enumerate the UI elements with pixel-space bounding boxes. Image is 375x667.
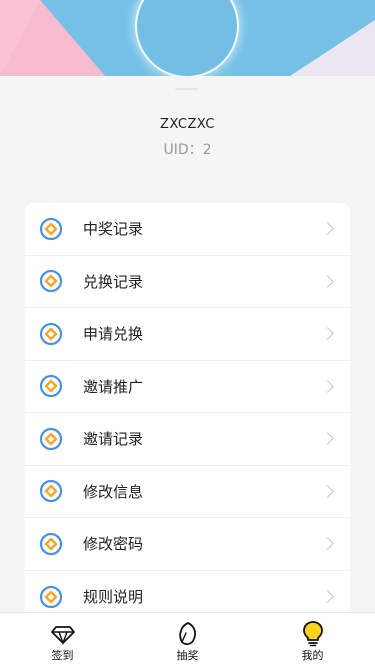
diamond-circle-icon: [39, 480, 63, 503]
tab-lottery[interactable]: 抽奖: [125, 613, 250, 667]
diamond-circle-icon: [39, 217, 63, 240]
diamond-circle-icon: [39, 585, 63, 608]
chevron-right-icon: [321, 432, 334, 446]
chevron-right-icon: [321, 222, 334, 236]
tab-checkin[interactable]: 签到: [0, 613, 125, 667]
menu-list: 中奖记录 兑换记录 申请兑换 邀请推广 邀请记录 修改信息 修改密码 规则说明: [25, 203, 350, 623]
lightbulb-icon: [302, 621, 323, 647]
diamond-circle-icon: [39, 270, 63, 293]
menu-item-label: 申请兑换: [83, 325, 144, 344]
menu-item-label: 修改密码: [83, 535, 144, 554]
menu-item-invite-records[interactable]: 邀请记录: [25, 413, 350, 466]
menu-item-winning-records[interactable]: 中奖记录: [25, 203, 350, 256]
diamond-circle-icon: [39, 375, 63, 398]
tab-mine[interactable]: 我的: [250, 613, 375, 667]
header-banner: [0, 0, 375, 76]
menu-item-invite-promotion[interactable]: 邀请推广: [25, 361, 350, 413]
menu-item-edit-info[interactable]: 修改信息: [25, 466, 350, 518]
menu-item-label: 规则说明: [83, 588, 144, 607]
username: ZXCZXC: [160, 117, 215, 132]
avatar-base: [175, 88, 199, 90]
menu-item-label: 修改信息: [83, 482, 144, 501]
diamond-circle-icon: [39, 532, 63, 555]
chevron-right-icon: [321, 537, 334, 551]
chevron-right-icon: [321, 484, 334, 498]
tab-label: 签到: [51, 649, 74, 662]
uid-label: UID：: [163, 142, 203, 158]
menu-item-exchange-records[interactable]: 兑换记录: [25, 256, 350, 308]
menu-item-label: 邀请记录: [83, 430, 144, 449]
chevron-right-icon: [321, 327, 334, 341]
tab-label: 我的: [301, 649, 324, 662]
menu-item-label: 兑换记录: [83, 272, 144, 291]
chevron-right-icon: [321, 274, 334, 288]
tab-label: 抽奖: [176, 649, 199, 662]
menu-item-change-password[interactable]: 修改密码: [25, 518, 350, 571]
diamond-circle-icon: [39, 322, 63, 345]
diamond-gem-icon: [50, 626, 75, 646]
menu-item-label: 中奖记录: [83, 220, 144, 239]
uid-value: 2: [202, 142, 212, 158]
diamond-circle-icon: [39, 427, 63, 450]
tab-bar: 签到 抽奖 我的: [0, 612, 375, 667]
uid-line: UID：2: [0, 140, 375, 160]
menu-item-label: 邀请推广: [83, 377, 144, 396]
leaf-icon: [178, 622, 196, 646]
chevron-right-icon: [321, 590, 334, 604]
menu-item-apply-exchange[interactable]: 申请兑换: [25, 308, 350, 361]
user-info: ZXCZXC UID：2: [0, 116, 375, 160]
chevron-right-icon: [321, 379, 334, 393]
